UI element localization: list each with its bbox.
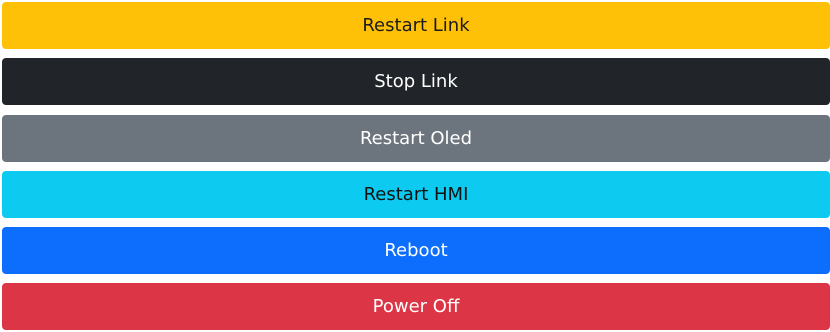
restart-hmi-button[interactable]: Restart HMI <box>2 171 830 218</box>
power-off-button[interactable]: Power Off <box>2 283 830 330</box>
stop-link-button[interactable]: Stop Link <box>2 58 830 105</box>
restart-link-button[interactable]: Restart Link <box>2 2 830 49</box>
reboot-button[interactable]: Reboot <box>2 227 830 274</box>
restart-oled-button[interactable]: Restart Oled <box>2 115 830 162</box>
control-button-stack: Restart Link Stop Link Restart Oled Rest… <box>0 0 830 332</box>
